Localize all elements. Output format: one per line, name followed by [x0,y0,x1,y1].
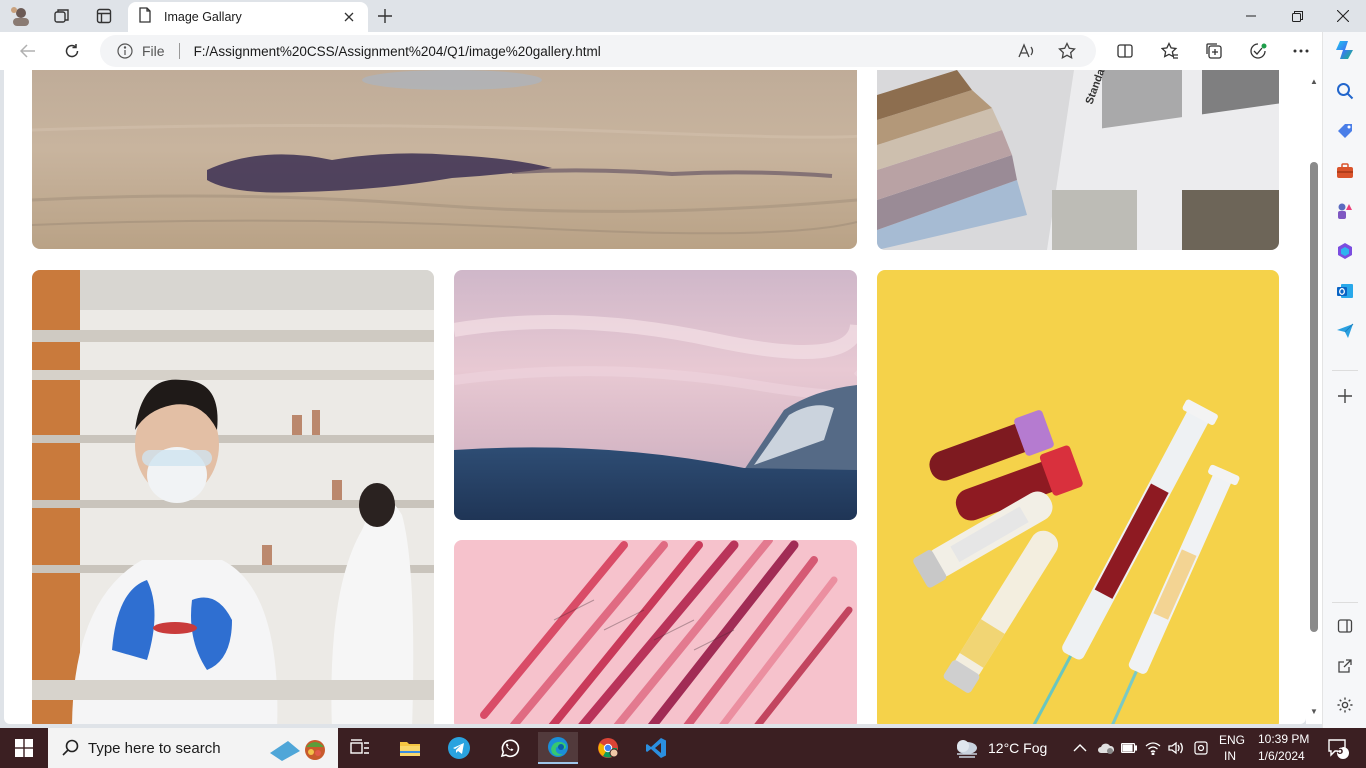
gallery-image-lab-scientist[interactable] [32,270,434,724]
address-bar[interactable]: File F:/Assignment%20CSS/Assignment%204/… [100,35,1096,67]
language-region[interactable]: IN [1224,749,1236,763]
edge-browser-icon[interactable] [538,732,578,764]
vertical-tabs-icon[interactable] [91,4,117,28]
taskbar-search-box[interactable]: Type here to search [48,728,338,768]
start-button[interactable] [0,728,48,768]
search-icon[interactable] [1332,78,1358,104]
battery-icon[interactable] [1117,732,1141,764]
shopping-tag-icon[interactable] [1332,118,1358,144]
split-screen-icon[interactable] [1111,38,1139,64]
page-file-icon [138,6,152,28]
send-drop-icon[interactable] [1332,318,1358,344]
more-options-icon[interactable] [1287,38,1315,64]
page-viewport: Standard ▲ ▼ [0,70,1322,728]
edge-sidebar [1322,32,1366,728]
collections-icon[interactable] [1200,38,1228,64]
tools-briefcase-icon[interactable] [1332,158,1358,184]
search-magnifier-icon [62,739,80,757]
favorites-icon[interactable] [1156,38,1184,64]
refresh-button[interactable] [58,38,86,64]
tab-image-gallary[interactable]: Image Gallary [128,2,368,32]
info-icon[interactable] [116,42,134,60]
file-explorer-icon[interactable] [390,732,430,764]
add-sidebar-app-icon[interactable] [1332,383,1358,409]
sidebar-divider [1332,370,1358,371]
navigation-toolbar: File F:/Assignment%20CSS/Assignment%204/… [0,32,1322,70]
search-highlight-icon[interactable] [260,733,330,763]
image-gallery-page: Standard [4,70,1306,724]
windows-taskbar: Type here to search 12°C Fog ENG IN 10:3… [0,728,1366,768]
address-separator [178,43,180,59]
clock-date[interactable]: 1/6/2024 [1258,749,1305,763]
outlook-icon[interactable] [1332,278,1358,304]
weather-text[interactable]: 12°C Fog [988,740,1047,756]
gallery-image-blood-syringes-yellow[interactable] [877,270,1279,724]
vertical-scrollbar[interactable]: ▲ ▼ [1306,70,1322,724]
games-icon[interactable] [1332,198,1358,224]
settings-gear-icon[interactable] [1332,692,1358,718]
weather-cloud-icon[interactable] [950,732,984,764]
gallery-image-desert-footprints[interactable] [32,70,857,249]
url-text[interactable]: F:/Assignment%20CSS/Assignment%204/Q1/im… [194,44,1016,59]
camera-privacy-icon[interactable] [1189,732,1213,764]
sidebar-divider-bottom [1332,602,1358,603]
gallery-image-pink-sky-mountain[interactable] [454,270,857,520]
copilot-icon[interactable] [1332,37,1358,63]
gallery-image-pink-syringes[interactable] [454,540,857,724]
whatsapp-icon[interactable] [489,732,529,764]
gallery-image-paint-swatches[interactable]: Standard [877,70,1279,250]
wifi-icon[interactable] [1141,732,1165,764]
task-view-icon[interactable] [340,732,380,764]
search-placeholder: Type here to search [88,739,221,757]
scroll-down-arrow-icon[interactable]: ▼ [1309,706,1319,716]
read-aloud-icon[interactable] [1016,40,1038,62]
restore-button[interactable] [1274,0,1320,32]
favorite-star-icon[interactable] [1056,40,1078,62]
clock-time[interactable]: 10:39 PM [1258,732,1309,746]
notification-count: 5 [1337,745,1344,757]
m365-icon[interactable] [1332,238,1358,264]
scroll-up-arrow-icon[interactable]: ▲ [1309,76,1319,86]
workspaces-icon[interactable] [49,4,75,28]
minimize-button[interactable] [1228,0,1274,32]
browser-essentials-icon[interactable] [1244,38,1272,64]
new-tab-button[interactable] [374,5,396,27]
open-external-icon[interactable] [1332,653,1358,679]
chrome-icon[interactable] [588,732,628,764]
tab-title: Image Gallary [164,10,242,24]
profile-avatar-icon[interactable] [8,4,34,28]
language-code[interactable]: ENG [1219,733,1245,747]
vscode-icon[interactable] [636,732,676,764]
scrollbar-thumb[interactable] [1310,162,1318,632]
scheme-label: File [142,43,165,59]
hide-sidebar-icon[interactable] [1332,613,1358,639]
onedrive-sync-icon[interactable] [1094,732,1118,764]
back-button[interactable] [14,38,42,64]
tab-strip: Image Gallary [0,0,1366,32]
show-hidden-icons-chevron-icon[interactable] [1068,732,1092,764]
close-tab-icon[interactable] [340,8,358,26]
volume-icon[interactable] [1164,732,1188,764]
close-window-button[interactable] [1320,0,1366,32]
telegram-icon[interactable] [439,732,479,764]
